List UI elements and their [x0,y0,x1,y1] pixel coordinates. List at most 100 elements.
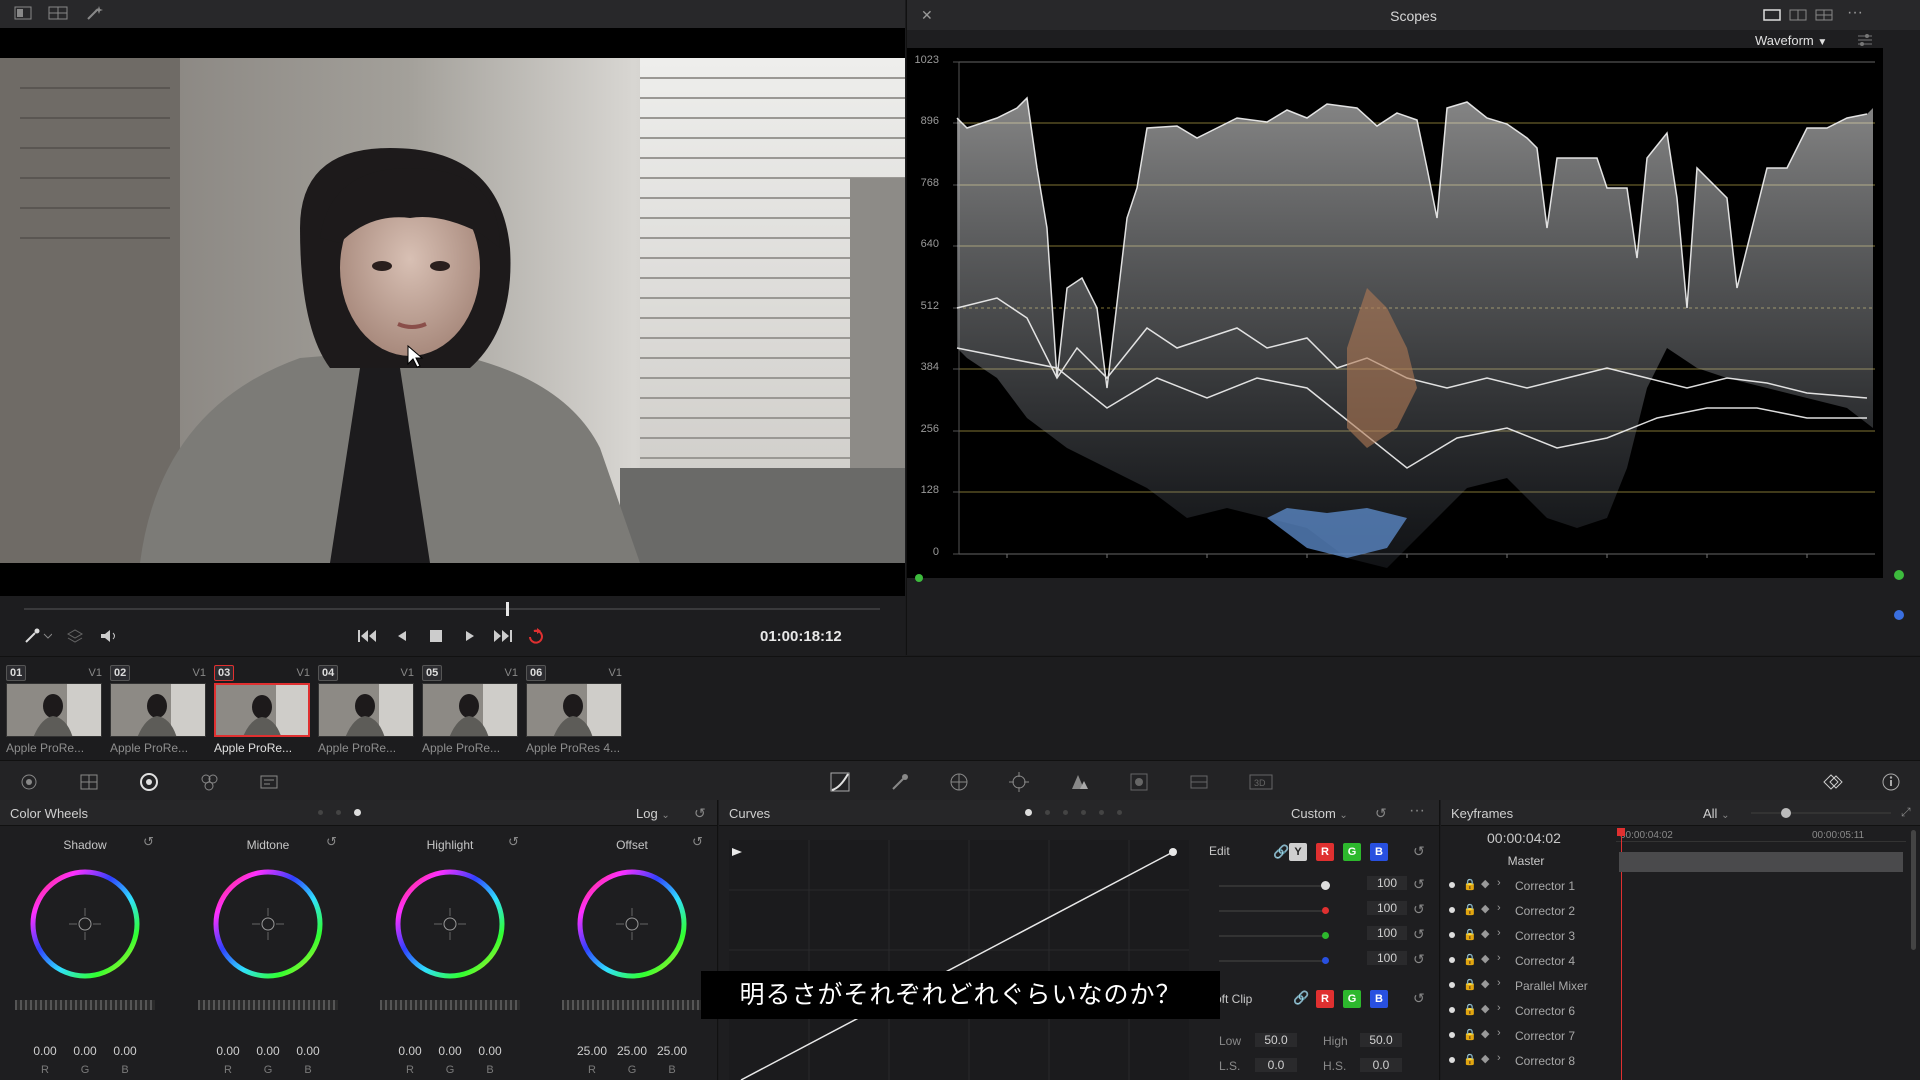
color-wheel[interactable] [390,864,510,984]
keyframe-row[interactable]: 🔒 ◆ › Parallel Mixer [1441,974,1601,998]
reset-icon[interactable]: ↺ [1413,901,1425,918]
blur-icon[interactable] [1128,771,1150,793]
3d-icon[interactable]: 3D [1248,771,1273,793]
reset-icon[interactable]: ↺ [694,805,706,822]
keyframe-row[interactable]: 🔒 ◆ › Corrector 7 [1441,1024,1601,1048]
clip-03[interactable]: 03 V1 Apple ProRe... [212,661,314,757]
page-dot[interactable] [318,810,323,815]
edit-value[interactable]: 100 [1367,901,1407,915]
reset-icon[interactable]: ↺ [508,834,519,850]
loop-icon[interactable] [526,627,548,645]
color-match-icon[interactable] [78,771,100,793]
value-b[interactable]: 0.00 [470,1044,510,1058]
edit-value[interactable]: 100 [1367,926,1407,940]
channel-y-button[interactable]: Y [1289,843,1307,861]
softclip-r-button[interactable]: R [1316,990,1334,1008]
camera-raw-icon[interactable] [18,771,40,793]
stop-icon[interactable] [429,629,443,643]
reset-icon[interactable]: ↺ [326,834,337,850]
keyframe-row[interactable]: 🔒 ◆ › Corrector 2 [1441,899,1601,923]
slider-track[interactable] [1219,885,1329,887]
scope-settings-icon[interactable] [1857,33,1873,47]
ls-value[interactable]: 0.0 [1255,1058,1297,1072]
slider-handle[interactable] [1322,907,1329,914]
reset-icon[interactable]: ↺ [692,834,703,850]
value-b[interactable]: 25.00 [652,1044,692,1058]
reset-icon[interactable]: ↺ [1413,990,1425,1007]
value-b[interactable]: 0.00 [288,1044,328,1058]
curves-icon[interactable] [829,771,851,793]
diamond-icon[interactable]: ◆ [1481,952,1489,965]
curve-graph[interactable] [729,840,1189,1080]
channel-r-button[interactable]: R [1316,843,1334,861]
page-dot[interactable] [1081,810,1086,815]
master-wheel-slider[interactable] [380,1000,520,1010]
diamond-icon[interactable]: ◆ [1481,1052,1489,1065]
magic-mask-icon[interactable] [1068,771,1090,793]
diamond-icon[interactable]: ◆ [1481,1027,1489,1040]
slider-track[interactable] [1219,960,1329,962]
chevron-right-icon[interactable]: › [1497,927,1501,939]
expand-icon[interactable]: ⤢ [1901,805,1911,820]
scope-handle-green[interactable] [1894,570,1904,580]
color-wheel[interactable] [572,864,692,984]
lock-icon[interactable]: 🔒 [1463,953,1477,966]
curves-mode-dropdown[interactable]: Custom ⌄ [1291,806,1348,821]
lock-icon[interactable]: 🔒 [1463,1028,1477,1041]
edit-value[interactable]: 100 [1367,876,1407,890]
chevron-right-icon[interactable]: › [1497,1027,1501,1039]
clip-06[interactable]: 06 V1 Apple ProRes 4... [524,661,626,757]
chevron-right-icon[interactable]: › [1497,1002,1501,1014]
keyframes-toggle-icon[interactable] [1820,771,1843,793]
channel-b-button[interactable]: B [1370,843,1388,861]
page-dot[interactable] [1045,810,1050,815]
go-to-end-icon[interactable] [492,628,514,644]
page-dot[interactable] [336,810,341,815]
master-wheel-slider[interactable] [15,1000,155,1010]
page-dot-active[interactable] [1025,809,1032,816]
keyframe-filter-dropdown[interactable]: All ⌄ [1703,806,1729,821]
chevron-right-icon[interactable]: › [1497,877,1501,889]
more-options-icon[interactable]: ··· [1409,802,1425,820]
scope-layout-single-icon[interactable] [1763,8,1781,22]
softclip-g-button[interactable]: G [1343,990,1361,1008]
master-wheel-slider[interactable] [562,1000,702,1010]
chevron-right-icon[interactable]: › [1497,952,1501,964]
color-wheels-icon[interactable] [138,771,160,793]
value-b[interactable]: 0.00 [105,1044,145,1058]
channel-g-button[interactable]: G [1343,843,1361,861]
high-value[interactable]: 50.0 [1360,1033,1402,1047]
slider-track[interactable] [1219,935,1329,937]
slider-track[interactable] [1219,910,1329,912]
chevron-right-icon[interactable]: › [1497,977,1501,989]
keyframe-row[interactable]: 🔒 ◆ › Corrector 6 [1441,999,1601,1023]
value-g[interactable]: 0.00 [430,1044,470,1058]
value-r[interactable]: 0.00 [390,1044,430,1058]
qualifier-eyedropper-icon[interactable] [889,771,911,793]
clip-04[interactable]: 04 V1 Apple ProRe... [316,661,418,757]
scrubber-track[interactable] [24,608,880,610]
time-ruler[interactable]: 00:00:04:02 00:00:05:11 [1616,828,1906,842]
reset-icon[interactable]: ↺ [1413,876,1425,893]
keyframe-row[interactable]: 🔒 ◆ › Corrector 8 [1441,1049,1601,1073]
low-value[interactable]: 50.0 [1255,1033,1297,1047]
scrollbar[interactable] [1911,830,1916,950]
reset-icon[interactable]: ↺ [1413,926,1425,943]
link-icon[interactable]: 🔗 [1273,844,1289,860]
value-r[interactable]: 25.00 [572,1044,612,1058]
master-wheel-slider[interactable] [198,1000,338,1010]
slider-handle[interactable] [1321,881,1330,890]
layers-icon[interactable] [66,628,84,644]
link-icon[interactable]: 🔗 [1293,990,1309,1006]
diamond-icon[interactable]: ◆ [1481,927,1489,940]
play-icon[interactable] [462,628,478,644]
page-dot[interactable] [1063,810,1068,815]
more-options-icon[interactable]: ··· [1847,4,1863,22]
window-icon[interactable] [948,771,970,793]
eyedropper-icon[interactable] [24,628,52,644]
page-dot[interactable] [1117,810,1122,815]
playhead[interactable] [506,602,509,616]
speaker-icon[interactable] [99,628,119,644]
softclip-b-button[interactable]: B [1370,990,1388,1008]
keyframe-row[interactable]: 🔒 ◆ › Corrector 3 [1441,924,1601,948]
